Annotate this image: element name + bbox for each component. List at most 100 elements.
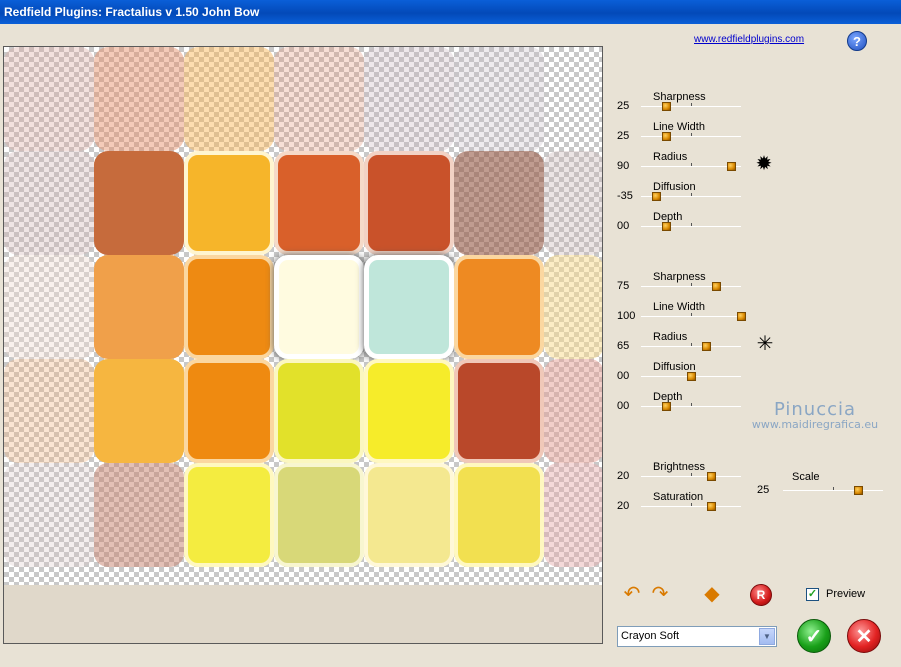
slider-label: Radius [653, 331, 688, 343]
preview-canvas[interactable] [4, 47, 602, 585]
slider-value: 65 [617, 340, 630, 352]
preview-tile [454, 463, 544, 567]
slider-track[interactable] [641, 316, 741, 317]
slider-tick [691, 163, 692, 166]
watermark-name: Pinuccia [773, 399, 857, 420]
radius-star-icon[interactable]: ✳ [754, 333, 776, 355]
preview-tile [4, 463, 94, 567]
slider-track[interactable] [641, 226, 741, 227]
preview-tile [364, 151, 454, 255]
slider-thumb[interactable] [662, 132, 671, 141]
preview-tile [274, 463, 364, 567]
preview-tile [184, 359, 274, 463]
slider-label: Radius [653, 151, 688, 163]
slider-value: 00 [617, 400, 630, 412]
preview-tile [544, 463, 602, 567]
slider-value: 90 [617, 160, 630, 172]
preview-tile [184, 47, 274, 151]
slider-thumb[interactable] [737, 312, 746, 321]
slider-value: -35 [617, 190, 633, 202]
preview-checkbox[interactable]: ✓ [806, 588, 819, 601]
preview-tile [274, 151, 364, 255]
slider-value: 00 [617, 220, 630, 232]
preset-select[interactable]: Crayon Soft ▼ [617, 626, 777, 647]
preview-tile [94, 151, 184, 255]
slider-tick [691, 283, 692, 286]
chevron-down-icon[interactable]: ▼ [759, 628, 775, 645]
radius-star-icon[interactable]: ✹ [753, 153, 775, 175]
slider-value: 20 [617, 500, 630, 512]
preview-tile [454, 47, 544, 151]
slider-track[interactable] [641, 476, 741, 477]
dialog-client: www.redfieldplugins.com ? Sharpness 25 Lin… [0, 24, 901, 667]
preview-tile [364, 255, 454, 359]
preview-tile [94, 359, 184, 463]
slider-thumb[interactable] [662, 102, 671, 111]
slider-track[interactable] [641, 506, 741, 507]
preview-tile [94, 255, 184, 359]
preview-tile [94, 47, 184, 151]
slider-value: 20 [617, 470, 630, 482]
scale-label: Scale [792, 471, 820, 483]
undo-icon[interactable]: ↶ [620, 582, 644, 606]
slider-track[interactable] [641, 136, 741, 137]
preview-tile [4, 47, 94, 151]
slider-track[interactable] [641, 166, 741, 167]
slider-thumb[interactable] [662, 402, 671, 411]
scale-tick [833, 487, 834, 490]
slider-label: Sharpness [653, 91, 706, 103]
randomize-icon[interactable]: ◆ [700, 582, 724, 606]
slider-thumb[interactable] [702, 342, 711, 351]
slider-track[interactable] [641, 346, 741, 347]
redfield-website-link[interactable]: www.redfieldplugins.com [694, 34, 804, 45]
ok-button[interactable]: ✓ [797, 619, 831, 653]
watermark: Pinuccia www.maidiregrafica.eu [700, 399, 901, 431]
slider-thumb[interactable] [712, 282, 721, 291]
preview-tile [454, 359, 544, 463]
slider-value: 25 [617, 100, 630, 112]
redo-icon[interactable]: ↷ [648, 582, 672, 606]
slider-label: Line Width [653, 301, 705, 313]
scale-track[interactable] [783, 490, 883, 491]
slider-thumb[interactable] [707, 502, 716, 511]
slider-label: Line Width [653, 121, 705, 133]
slider-tick [691, 193, 692, 196]
slider-label: Saturation [653, 491, 704, 503]
preview-tile [184, 151, 274, 255]
preview-tile [364, 463, 454, 567]
preview-tile [544, 359, 602, 463]
preview-tile [544, 151, 602, 255]
preview-tile [364, 359, 454, 463]
slider-thumb[interactable] [652, 192, 661, 201]
slider-tick [691, 223, 692, 226]
preview-tile [274, 47, 364, 151]
slider-track[interactable] [641, 286, 741, 287]
slider-thumb[interactable] [707, 472, 716, 481]
cancel-button[interactable]: ✕ [847, 619, 881, 653]
slider-tick [691, 343, 692, 346]
scale-thumb[interactable] [854, 486, 863, 495]
preview-tile [274, 359, 364, 463]
slider-tick [691, 133, 692, 136]
help-icon[interactable]: ? [847, 31, 867, 51]
preview-tile [364, 47, 454, 151]
preview-pane[interactable] [3, 46, 603, 644]
preview-tile [4, 359, 94, 463]
watermark-url: www.maidiregrafica.eu [751, 418, 879, 431]
preview-label: Preview [826, 588, 866, 600]
slider-tick [691, 473, 692, 476]
preview-tile [4, 255, 94, 359]
preview-tile [4, 151, 94, 255]
reset-icon[interactable]: R [750, 584, 772, 606]
slider-thumb[interactable] [727, 162, 736, 171]
preset-selected: Crayon Soft [621, 630, 680, 642]
slider-thumb[interactable] [687, 372, 696, 381]
preview-tile [544, 255, 602, 359]
slider-tick [691, 503, 692, 506]
slider-tick [691, 313, 692, 316]
slider-tick [691, 103, 692, 106]
slider-thumb[interactable] [662, 222, 671, 231]
slider-value: 00 [617, 370, 630, 382]
slider-label: Brightness [653, 461, 705, 473]
slider-track[interactable] [641, 106, 741, 107]
